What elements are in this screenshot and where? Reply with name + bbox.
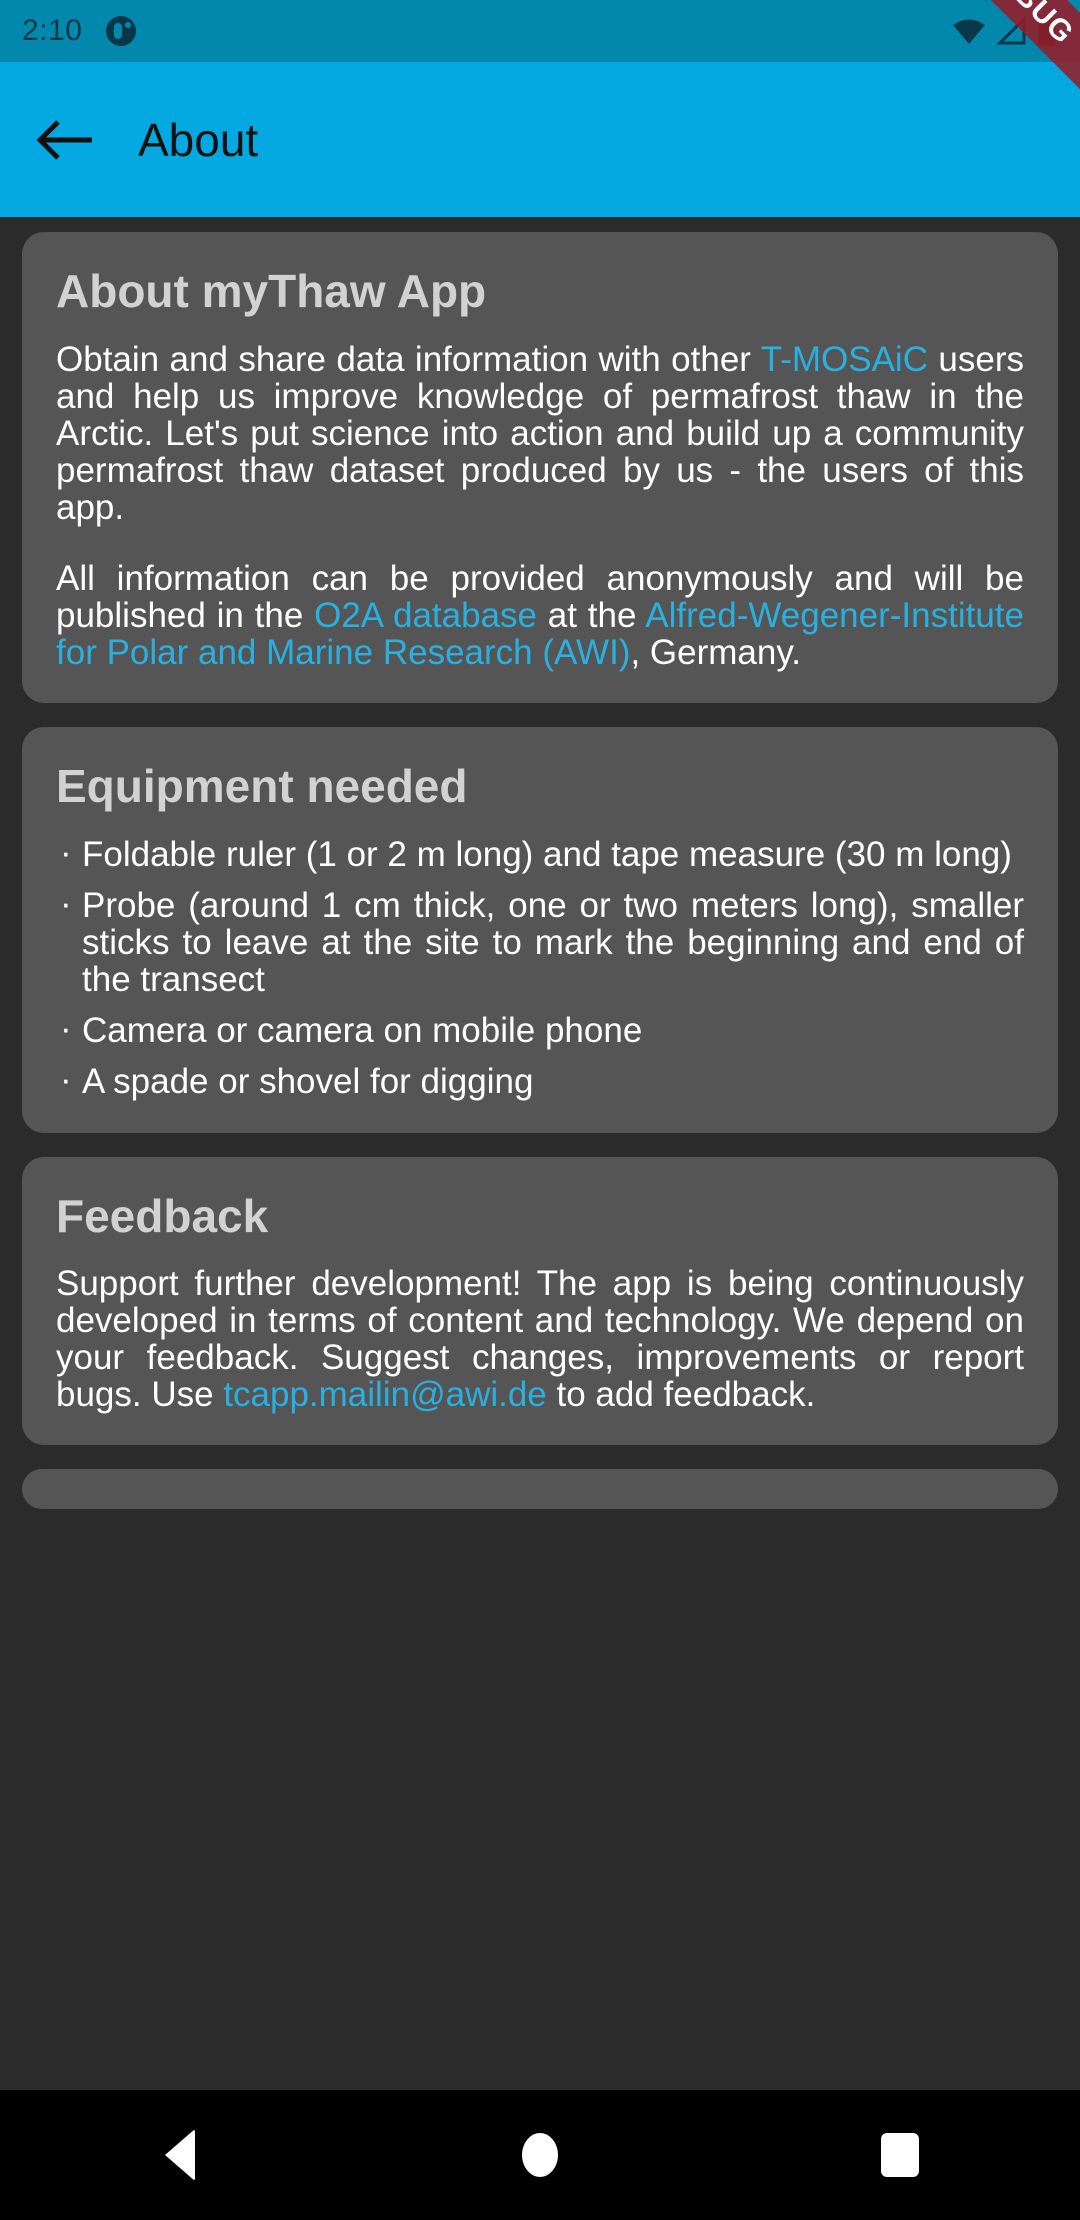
card-about-paragraph-1: Obtain and share data information with o… [56,339,1024,527]
status-bar: 2:10 [0,0,1080,62]
back-arrow-icon [36,119,92,160]
list-item: Foldable ruler (1 or 2 m long) and tape … [56,834,1024,873]
back-triangle-icon [165,2129,195,2181]
wifi-icon [953,19,985,44]
card-feedback-title: Feedback [56,1189,269,1242]
status-bar-clock: 2:10 [22,14,83,47]
status-bar-icons [952,15,1058,47]
card-next-partial [22,1469,1058,1510]
scroll-content[interactable]: About myThaw App Obtain and share data i… [0,217,1080,2220]
about-p1-text-a: Obtain and share data information with o… [56,339,761,379]
card-feedback-paragraph: Support further development! The app is … [56,1265,1024,1413]
card-equipment-title: Equipment needed [56,760,468,813]
card-about-title: About myThaw App [56,265,487,317]
about-p2-text-b: at the [537,596,646,636]
link-t-mosaic[interactable]: T-MOSAiC [761,340,928,379]
card-feedback: Feedback Support further development! Th… [22,1156,1058,1446]
app-notification-icon [106,16,137,46]
card-about: About myThaw App Obtain and share data i… [22,232,1058,704]
recents-square-icon [881,2133,919,2177]
nav-home-button[interactable] [480,2105,600,2205]
page-title: About [138,113,259,166]
list-item: A spade or shovel for digging [56,1061,1024,1100]
app-bar: About [0,62,1080,217]
list-item: Camera or camera on mobile phone [56,1010,1024,1049]
equipment-list: Foldable ruler (1 or 2 m long) and tape … [56,834,1024,1101]
cellular-signal-icon [996,17,1026,45]
feedback-text-b: to add feedback. [546,1375,816,1415]
about-p2-text-c: , Germany. [630,633,801,673]
link-o2a-database[interactable]: O2A database [314,596,537,635]
link-feedback-email[interactable]: tcapp.mailin@awi.de [223,1375,546,1414]
card-about-paragraph-2: All information can be provided anonymou… [56,560,1024,671]
home-circle-icon [522,2133,558,2177]
app-root: 2:10 About DEBUG Ab [0,0,1080,2220]
list-item: Probe (around 1 cm thick, one or two met… [56,885,1024,998]
back-button[interactable] [26,101,104,179]
nav-back-button[interactable] [120,2105,240,2205]
nav-recents-button[interactable] [840,2105,960,2205]
system-navigation-bar [0,2090,1080,2220]
card-equipment: Equipment needed Foldable ruler (1 or 2 … [22,727,1058,1133]
battery-icon [1038,15,1056,46]
